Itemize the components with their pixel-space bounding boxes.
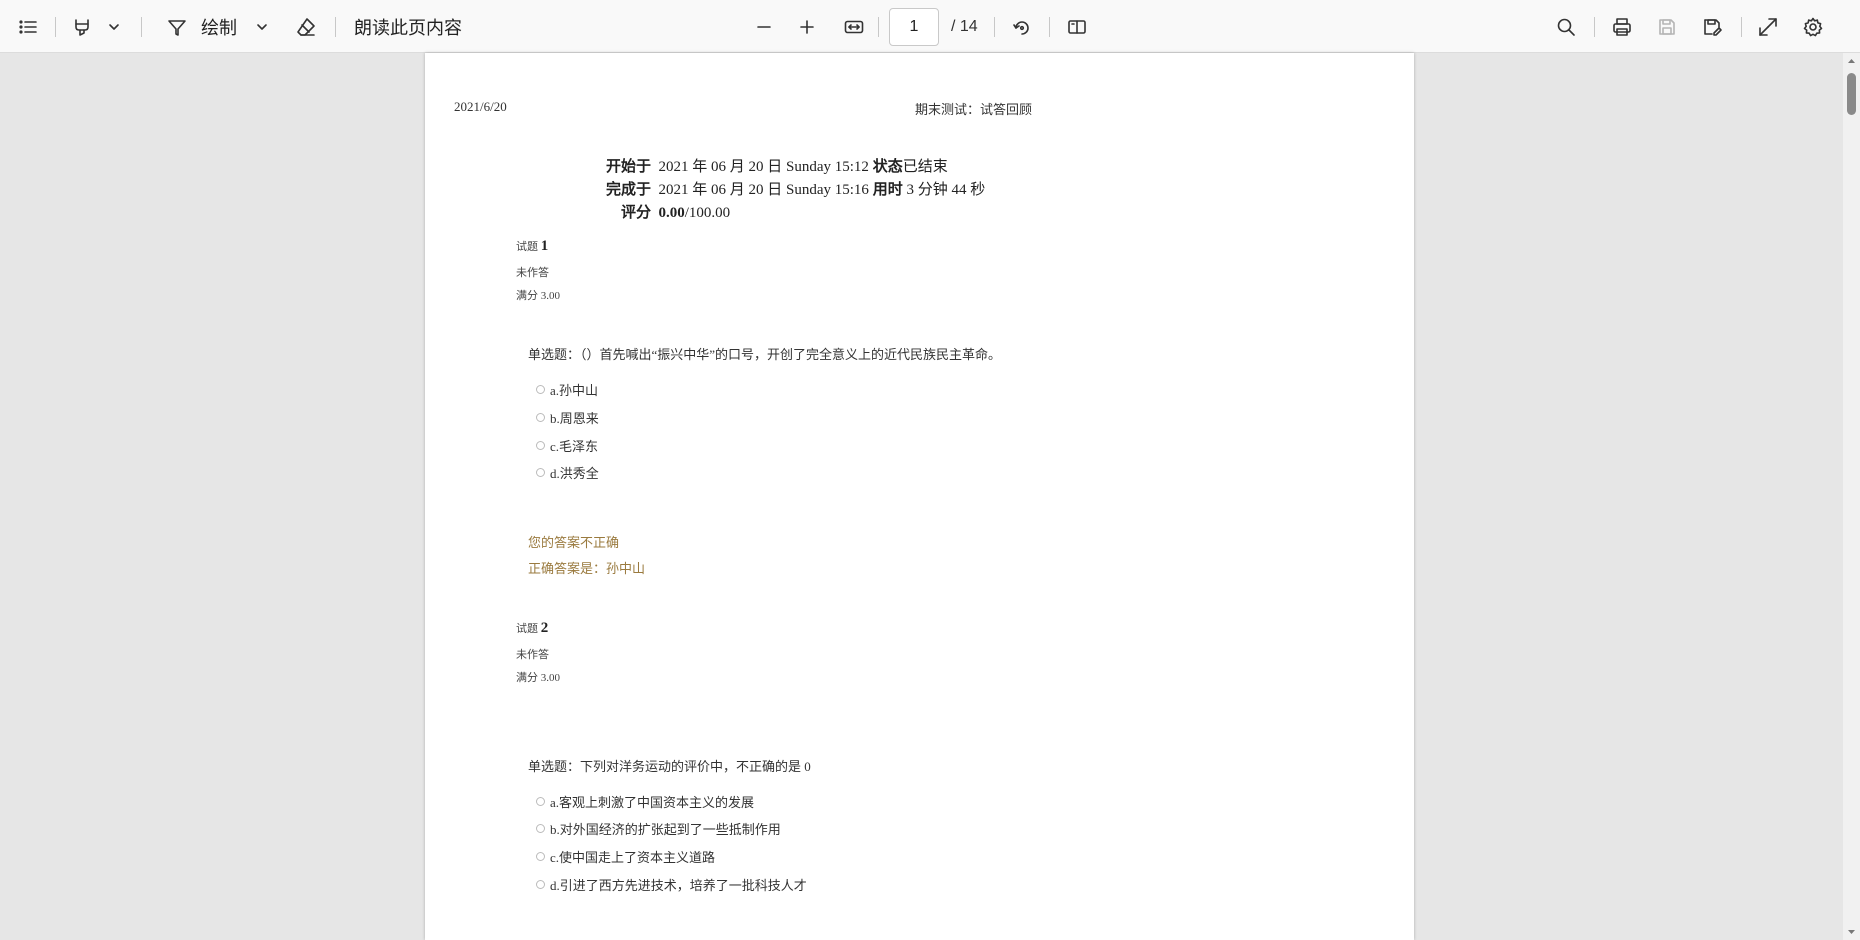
question-2-text: 单选题：下列对洋务运动的评价中，不正确的是 0 [528, 759, 811, 774]
question-number: 1 [540, 238, 549, 254]
radio-button[interactable] [536, 797, 545, 806]
question-1-marks: 满分 3.00 [516, 290, 560, 302]
question-1-feedback: 您的答案不正确 [528, 535, 620, 550]
toolbar-divider [55, 17, 56, 37]
draw-label: 绘制 [201, 17, 237, 39]
time-value: 3 分钟 44 秒 [906, 182, 986, 198]
summary-grade-row: 评分 0.00/100.00 [621, 201, 730, 222]
started-label: 开始于 [606, 159, 652, 175]
toolbar-divider [335, 17, 336, 37]
pdf-toolbar: 绘制 朗读此页内容 1 / 14 [0, 0, 1860, 53]
scroll-down-arrow-icon[interactable] [1843, 923, 1860, 940]
question-2-marks: 满分 3.00 [516, 672, 560, 684]
question-2-option-b[interactable]: b.对外国经济的扩张起到了一些抵制作用 [536, 819, 781, 838]
page-number-input[interactable]: 1 [889, 8, 939, 46]
completed-value: 2021 年 06 月 20 日 Sunday 15:16 [658, 182, 869, 198]
option-label: a.客观上刺激了中国资本主义的发展 [550, 795, 755, 810]
page-header-date: 2021/6/20 [454, 99, 507, 114]
radio-button[interactable] [536, 824, 545, 833]
vertical-scrollbar[interactable] [1843, 53, 1860, 940]
toolbar-divider [1594, 17, 1595, 37]
option-label: c.使中国走上了资本主义道路 [550, 850, 716, 865]
question-1-option-c[interactable]: c.毛泽东 [536, 436, 598, 455]
draw-dropdown-chevron-down-icon[interactable] [254, 0, 270, 53]
page-view-icon[interactable] [1063, 0, 1091, 53]
radio-button[interactable] [536, 441, 545, 450]
draw-button[interactable]: 绘制 [201, 0, 237, 53]
question-label: 试题 [516, 623, 538, 635]
toolbar-divider [994, 17, 995, 37]
eraser-icon[interactable] [292, 0, 320, 53]
toolbar-divider [878, 17, 879, 37]
grade-label: 评分 [621, 205, 652, 221]
question-label: 试题 [516, 241, 538, 253]
scrollbar-thumb[interactable] [1847, 73, 1856, 115]
radio-button[interactable] [536, 880, 545, 889]
completed-label: 完成于 [606, 182, 652, 198]
option-label: a.孙中山 [550, 383, 599, 398]
question-1-status: 未作答 [516, 267, 549, 279]
print-icon[interactable] [1608, 0, 1636, 53]
state-value: 已结束 [902, 159, 948, 175]
radio-button[interactable] [536, 852, 545, 861]
toolbar-divider [141, 17, 142, 37]
search-icon[interactable] [1552, 0, 1580, 53]
contents-icon[interactable] [14, 0, 42, 53]
started-value: 2021 年 06 月 20 日 Sunday 15:12 [658, 159, 869, 175]
question-2-heading: 试题 2 [516, 620, 548, 637]
option-label: b.对外国经济的扩张起到了一些抵制作用 [550, 822, 781, 837]
option-label: b.周恩来 [550, 411, 599, 426]
rotate-icon[interactable] [1008, 0, 1036, 53]
question-2-option-c[interactable]: c.使中国走上了资本主义道路 [536, 847, 715, 866]
page-header-title: 期末测试：试答回顾 [915, 102, 1033, 117]
settings-gear-icon[interactable] [1799, 0, 1827, 53]
state-label: 状态 [872, 159, 903, 175]
save-icon[interactable] [1653, 0, 1681, 53]
question-1-option-d[interactable]: d.洪秀全 [536, 463, 599, 482]
zoom-out-icon[interactable] [750, 0, 778, 53]
highlight-dropdown-chevron-down-icon[interactable] [106, 0, 122, 53]
page-total-label: / 14 [951, 18, 978, 35]
pdf-page: 2021/6/20 期末测试：试答回顾 开始于 2021 年 06 月 20 日… [425, 53, 1414, 940]
question-2-status: 未作答 [516, 649, 549, 661]
radio-button[interactable] [536, 413, 545, 422]
question-number: 2 [540, 620, 549, 636]
fit-width-icon[interactable] [840, 0, 868, 53]
draw-pen-icon[interactable] [163, 0, 191, 53]
radio-button[interactable] [536, 385, 545, 394]
toolbar-divider [1741, 17, 1742, 37]
time-label: 用时 [872, 182, 903, 198]
grade-max: /100.00 [684, 205, 731, 221]
summary-completed-row: 完成于 2021 年 06 月 20 日 Sunday 15:16 用时 3 分… [606, 178, 985, 199]
zoom-in-icon[interactable] [793, 0, 821, 53]
read-aloud-button[interactable]: 朗读此页内容 [354, 0, 462, 53]
option-label: c.毛泽东 [550, 439, 599, 454]
save-as-icon[interactable] [1698, 0, 1726, 53]
question-1-option-a[interactable]: a.孙中山 [536, 380, 598, 399]
radio-button[interactable] [536, 468, 545, 477]
question-2-option-a[interactable]: a.客观上刺激了中国资本主义的发展 [536, 792, 754, 811]
summary-started-row: 开始于 2021 年 06 月 20 日 Sunday 15:12 状态已结束 [606, 155, 948, 176]
toolbar-divider [1049, 17, 1050, 37]
question-1-heading: 试题 1 [516, 238, 548, 255]
grade-score: 0.00 [658, 205, 685, 221]
question-1-text: 单选题：（）首先喊出“振兴中华”的口号，开创了完全意义上的近代民族民主革命。 [528, 347, 1002, 362]
question-2-option-d[interactable]: d.引进了西方先进技术，培养了一批科技人才 [536, 875, 807, 894]
option-label: d.洪秀全 [550, 466, 599, 481]
scroll-up-arrow-icon[interactable] [1843, 53, 1860, 70]
read-aloud-label: 朗读此页内容 [354, 17, 462, 39]
fullscreen-icon[interactable] [1754, 0, 1782, 53]
highlight-icon[interactable] [68, 0, 96, 53]
option-label: d.引进了西方先进技术，培养了一批科技人才 [550, 878, 807, 893]
question-1-correct-answer: 正确答案是：孙中山 [528, 561, 646, 576]
question-1-option-b[interactable]: b.周恩来 [536, 408, 599, 427]
